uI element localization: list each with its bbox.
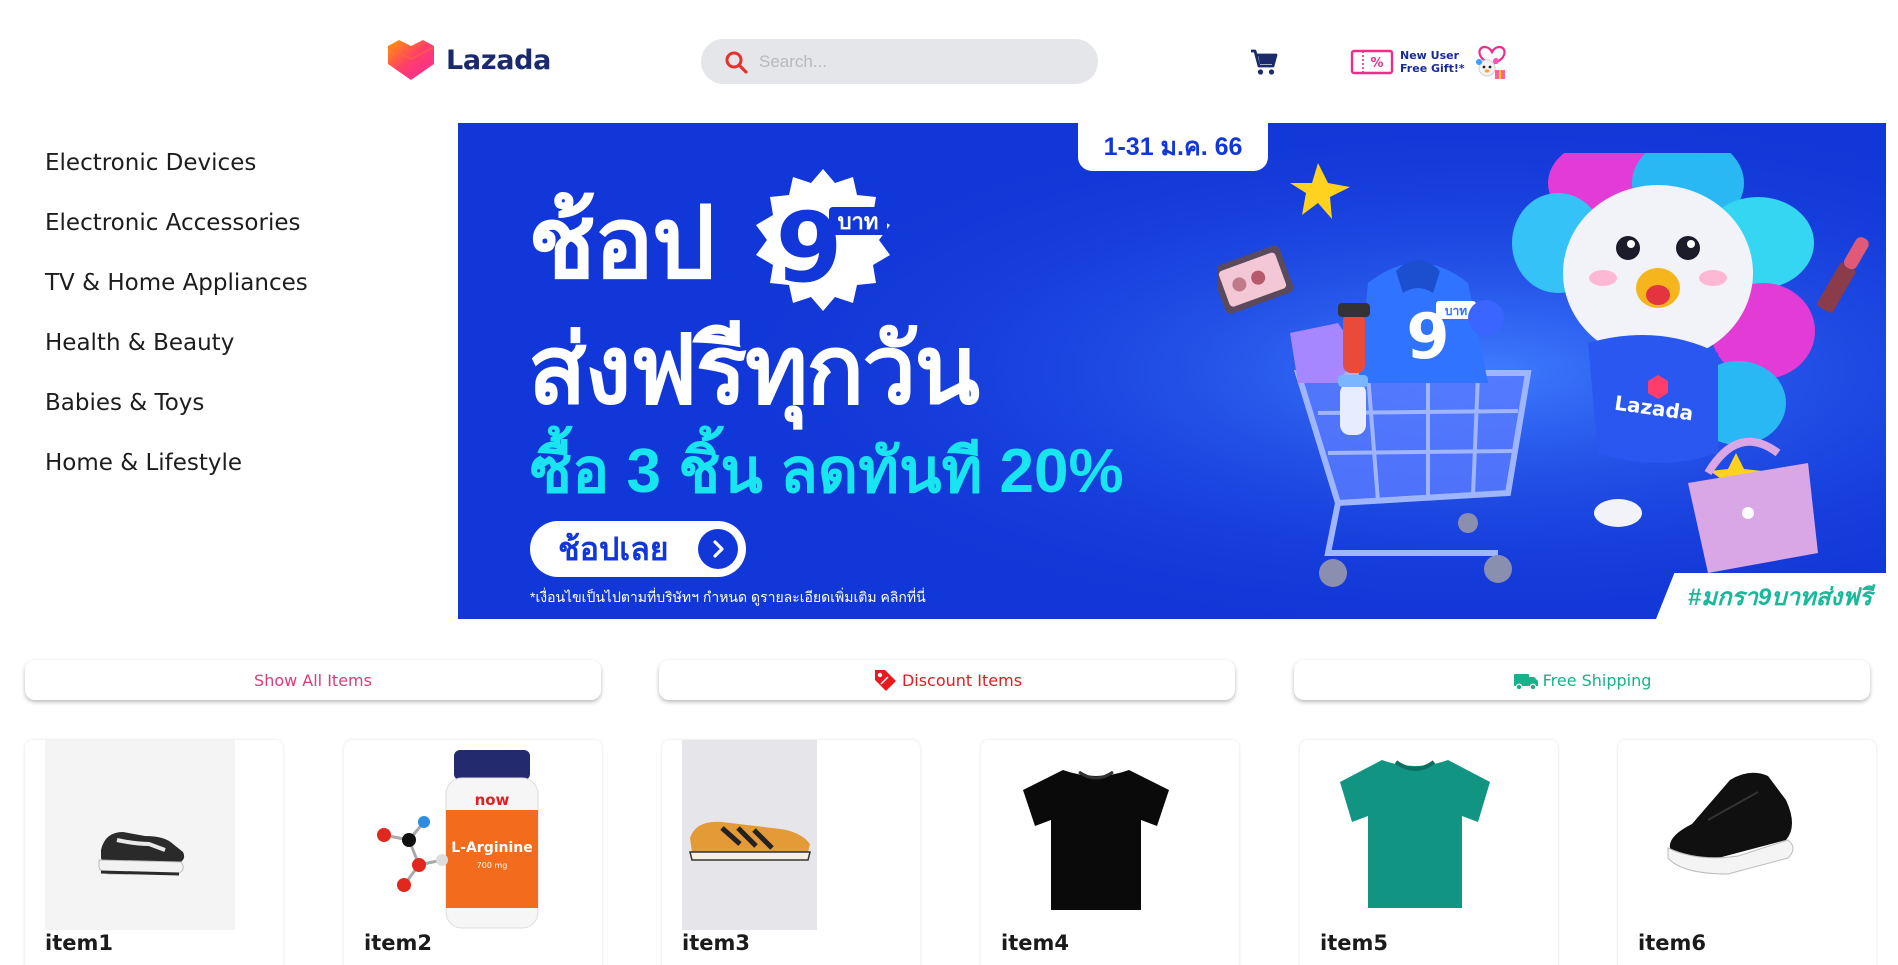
- banner-title-shop: ช้อป: [528, 187, 715, 299]
- product-card[interactable]: item6: [1618, 740, 1876, 965]
- show-all-items-label: Show All Items: [254, 670, 372, 690]
- logo-text: Lazada: [446, 44, 552, 76]
- promo-line1: New User: [1400, 49, 1460, 62]
- banner-title-free-shipping: ส่งฟรีทุกวัน: [528, 317, 980, 424]
- new-user-promo[interactable]: % New User Free Gift!*: [1350, 42, 1513, 82]
- bottle-label: L-Arginine: [451, 840, 533, 856]
- product-name: item6: [1638, 931, 1706, 955]
- sidebar-item-home-lifestyle[interactable]: Home & Lifestyle: [45, 445, 425, 505]
- badge-unit: บาท: [838, 210, 879, 235]
- product-image: [1320, 740, 1510, 930]
- product-name: item1: [45, 931, 113, 955]
- delivery-truck-icon: [1513, 674, 1538, 691]
- shopping-cart-icon[interactable]: [1248, 46, 1280, 78]
- arrow-right-icon: [698, 529, 738, 569]
- sidebar-item-babies-toys[interactable]: Babies & Toys: [45, 385, 425, 445]
- pink-handbag: [1688, 437, 1818, 573]
- product-name: item3: [682, 931, 750, 955]
- promo-line2: Free Gift!*: [1400, 62, 1465, 75]
- sidebar-item-electronic-accessories[interactable]: Electronic Accessories: [45, 205, 425, 265]
- promo-banner[interactable]: 1-31 ม.ค. 66 ช้อป 9 บาท ส่งฟรีทุกวัน ซื้…: [458, 123, 1886, 619]
- gift-mascot-icon: [1475, 45, 1506, 79]
- free-shipping-button[interactable]: Free Shipping: [1294, 660, 1870, 700]
- free-shipping-label: Free Shipping: [1542, 670, 1652, 690]
- svg-text:%: %: [1370, 56, 1383, 71]
- cart-unit: บาท: [1445, 304, 1467, 318]
- sidebar-item-tv-home-appliances[interactable]: TV & Home Appliances: [45, 265, 425, 325]
- discount-items-button[interactable]: Discount Items: [659, 660, 1235, 700]
- bottle-brand: now: [475, 791, 510, 809]
- product-card[interactable]: item1: [25, 740, 283, 965]
- nine-baht-badge: 9 บาท: [756, 169, 890, 311]
- lazada-logo[interactable]: Lazada: [386, 38, 551, 82]
- product-card[interactable]: item5: [1300, 740, 1558, 965]
- product-image: [1638, 740, 1828, 930]
- price-tag-icon: [874, 670, 896, 691]
- product-image: now L-Arginine 700 mg: [364, 740, 554, 930]
- product-image: [682, 740, 817, 930]
- product-name: item5: [1320, 931, 1388, 955]
- search-bar[interactable]: [701, 39, 1098, 84]
- banner-terms-note[interactable]: *เงื่อนไขเป็นไปตามที่บริษัทฯ กำหนด ดูราย…: [530, 587, 926, 609]
- banner-hashtag: #มกรา9บาทส่งฟรี: [1656, 573, 1886, 619]
- shopping-cart-art: 9 บาท: [1290, 260, 1532, 587]
- coupon-icon: %: [1350, 49, 1394, 75]
- product-card[interactable]: now L-Arginine 700 mg item2: [344, 740, 602, 965]
- product-name: item4: [1001, 931, 1069, 955]
- search-input[interactable]: [759, 51, 1079, 72]
- promo-text: New User Free Gift!*: [1400, 49, 1465, 75]
- header: Lazada % New User Free Gift!*: [0, 0, 1898, 120]
- banner-illustration: Lazada 9 บาท: [1218, 153, 1869, 587]
- show-all-items-button[interactable]: Show All Items: [25, 660, 601, 700]
- shop-now-label: ช้อปเลย: [558, 530, 669, 567]
- product-image: [45, 740, 235, 930]
- product-name: item2: [364, 931, 432, 955]
- lazada-heart-logo-icon: [388, 40, 434, 80]
- sidebar-item-health-beauty[interactable]: Health & Beauty: [45, 325, 425, 385]
- bottle-dose: 700 mg: [477, 861, 508, 870]
- sidebar-item-electronic-devices[interactable]: Electronic Devices: [45, 145, 425, 205]
- shop-now-button[interactable]: ช้อปเลย: [530, 521, 746, 577]
- search-icon[interactable]: [723, 49, 749, 75]
- category-sidebar: Electronic Devices Electronic Accessorie…: [45, 145, 425, 505]
- banner-title-discount: ซื้อ 3 ชิ้น ลดทันที 20%: [530, 437, 1124, 506]
- product-card[interactable]: item3: [662, 740, 920, 965]
- product-image: [1001, 740, 1191, 930]
- discount-items-label: Discount Items: [901, 670, 1023, 690]
- product-card[interactable]: item4: [981, 740, 1239, 965]
